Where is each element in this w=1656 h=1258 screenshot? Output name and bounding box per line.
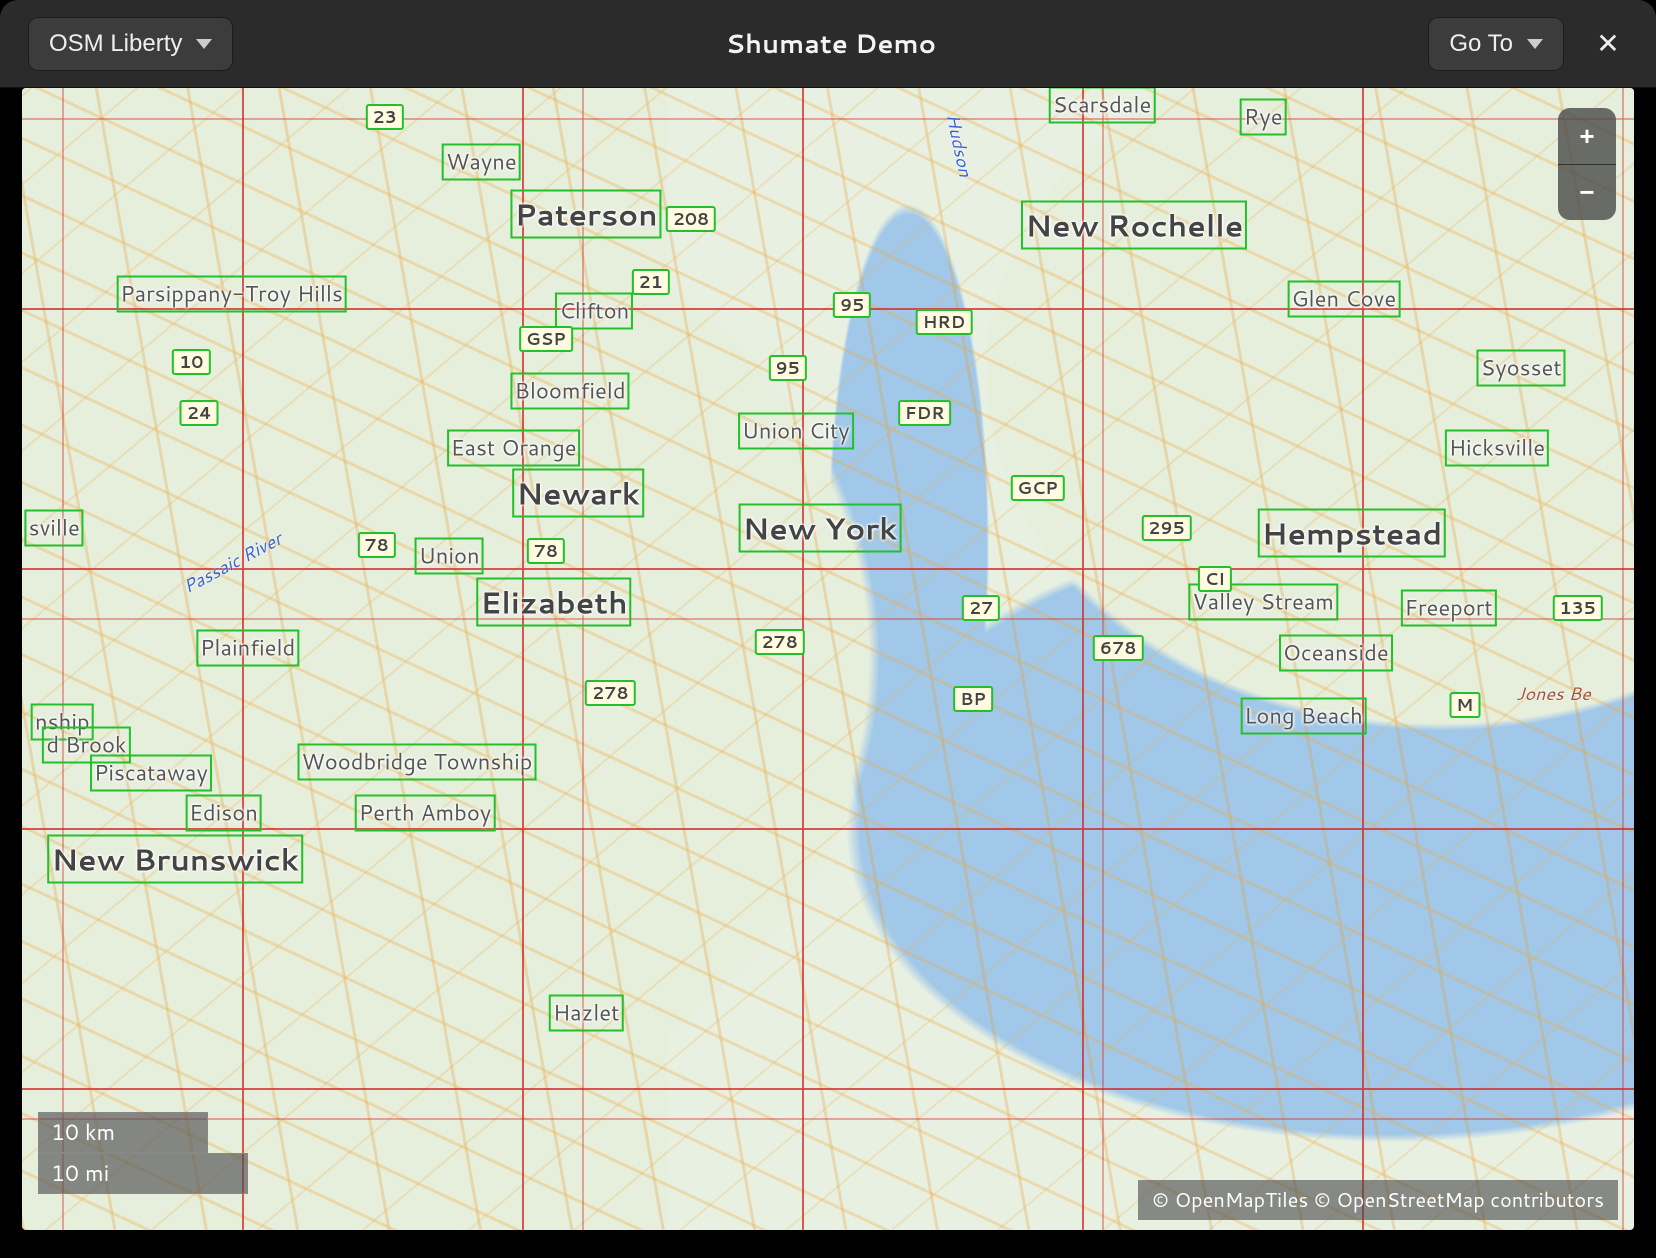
window-title: Shumate Demo <box>233 26 1428 62</box>
minus-icon: − <box>1579 177 1594 207</box>
app-window: OSM Liberty Shumate Demo Go To ✕ New Yor… <box>0 0 1656 1258</box>
map-source-label: OSM Liberty <box>49 30 182 58</box>
zoom-in-button[interactable]: + <box>1558 108 1616 164</box>
titlebar: OSM Liberty Shumate Demo Go To ✕ <box>0 0 1656 88</box>
close-icon: ✕ <box>1596 27 1619 60</box>
goto-dropdown[interactable]: Go To <box>1428 17 1564 71</box>
close-button[interactable]: ✕ <box>1588 24 1628 64</box>
zoom-controls: + − <box>1558 108 1616 220</box>
map-viewport[interactable]: New YorkNewarkElizabethPatersonNew Roche… <box>22 88 1634 1230</box>
goto-label: Go To <box>1449 30 1513 58</box>
attribution: © OpenMapTiles © OpenStreetMap contribut… <box>1138 1180 1618 1220</box>
plus-icon: + <box>1579 121 1594 151</box>
chevron-down-icon <box>1527 39 1543 49</box>
scale-km: 10 km <box>38 1112 208 1153</box>
tile-bounds-overlay <box>22 88 1634 1230</box>
chevron-down-icon <box>196 39 212 49</box>
map-source-dropdown[interactable]: OSM Liberty <box>28 17 233 71</box>
zoom-out-button[interactable]: − <box>1558 164 1616 220</box>
scale-bar: 10 km 10 mi <box>38 1112 248 1194</box>
scale-mi: 10 mi <box>38 1153 248 1194</box>
titlebar-right: Go To ✕ <box>1428 17 1628 71</box>
